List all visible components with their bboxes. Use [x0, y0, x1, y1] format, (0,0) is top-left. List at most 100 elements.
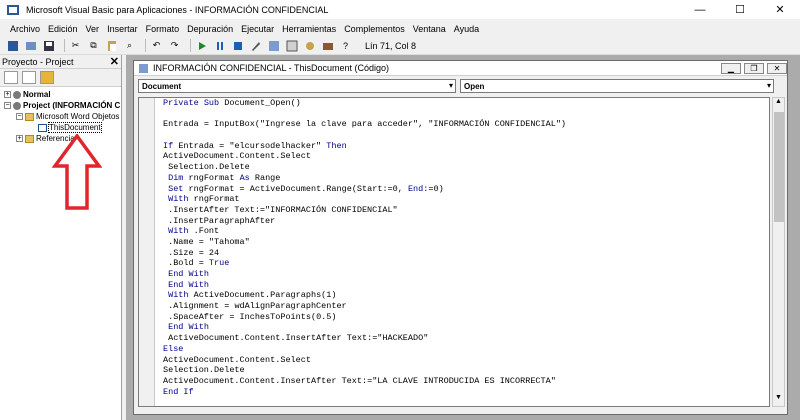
redo-icon[interactable]: ↷ — [168, 39, 181, 52]
object-combo-value: Document — [142, 81, 182, 91]
menu-archivo[interactable]: Archivo — [6, 24, 44, 34]
code-line: Set rngFormat = ActiveDocument.Range(Sta… — [168, 183, 444, 194]
code-line: Else — [163, 343, 184, 354]
menu-formato[interactable]: Formato — [142, 24, 184, 34]
document-icon — [38, 123, 47, 132]
expand-icon[interactable]: + — [16, 135, 23, 142]
vertical-scrollbar[interactable]: ▲ ▼ — [772, 97, 785, 407]
menu-ejecutar[interactable]: Ejecutar — [237, 24, 278, 34]
scroll-up-icon[interactable]: ▲ — [773, 98, 784, 110]
break-icon[interactable] — [213, 39, 226, 52]
properties-icon[interactable] — [285, 39, 298, 52]
standard-toolbar: ✂ ⧉ ⌕ ↶ ↷ ? Lín 71, Col 8 — [0, 37, 800, 55]
menu-depuracion[interactable]: Depuración — [183, 24, 237, 34]
toolbar-separator — [145, 39, 146, 52]
save-icon[interactable] — [42, 39, 55, 52]
chevron-down-icon[interactable]: ▾ — [767, 81, 771, 90]
menu-complementos[interactable]: Complementos — [340, 24, 409, 34]
menu-bar: Archivo Edición Ver Insertar Formato Dep… — [0, 20, 800, 37]
code-line: ActiveDocument.Content.InsertAfter Text:… — [168, 333, 429, 344]
code-line: ActiveDocument.Content.InsertAfter Text:… — [163, 375, 556, 386]
code-text[interactable]: Private Sub Document_Open() Entrada = In… — [163, 98, 566, 397]
collapse-icon[interactable]: − — [16, 113, 23, 120]
close-button[interactable]: ✕ — [760, 0, 800, 20]
code-line: Entrada = InputBox("Ingrese la clave par… — [163, 119, 567, 130]
project-explorer: Proyecto - Project ✕ + Normal − Project … — [0, 55, 122, 420]
menu-ver[interactable]: Ver — [82, 24, 104, 34]
design-mode-icon[interactable] — [249, 39, 262, 52]
vba-app-icon — [7, 4, 19, 15]
run-icon[interactable] — [195, 39, 208, 52]
tree-label: Microsoft Word Objetos — [36, 112, 120, 121]
procedure-combo-value: Open — [464, 81, 485, 91]
code-minimize-button[interactable]: ▁ — [721, 62, 741, 74]
code-line: End With — [168, 269, 209, 279]
code-line: End With — [168, 322, 209, 333]
menu-edicion[interactable]: Edición — [44, 24, 82, 34]
menu-ayuda[interactable]: Ayuda — [450, 24, 483, 34]
project-explorer-toolbar — [0, 69, 121, 87]
scroll-thumb[interactable] — [774, 112, 784, 222]
toolbar-separator — [190, 39, 191, 52]
code-line: .InsertAfter Text:="INFORMACIÓN CONFIDEN… — [163, 204, 398, 215]
tree-node-normal[interactable]: + Normal — [0, 89, 121, 100]
collapse-icon[interactable]: − — [4, 102, 11, 109]
expand-icon[interactable]: + — [4, 91, 11, 98]
cut-icon[interactable]: ✂ — [69, 39, 82, 52]
toggle-folders-icon[interactable] — [40, 71, 54, 84]
code-line: .Name = "Tahoma" — [163, 236, 250, 247]
object-combo[interactable]: Document ▾ — [138, 79, 456, 93]
menu-insertar[interactable]: Insertar — [103, 24, 142, 34]
scroll-down-icon[interactable]: ▼ — [773, 394, 784, 406]
view-word-icon[interactable] — [6, 39, 19, 52]
toolbar-separator — [64, 39, 65, 52]
find-icon[interactable]: ⌕ — [123, 39, 136, 52]
code-line: ActiveDocument.Content.Select — [163, 151, 311, 162]
window-title: Microsoft Visual Basic para Aplicaciones… — [26, 4, 329, 15]
project-icon — [13, 101, 21, 110]
tree-node-word-objects[interactable]: − Microsoft Word Objetos — [0, 111, 121, 122]
tree-node-thisdocument[interactable]: ThisDocument — [0, 122, 121, 133]
code-line: With .Font — [168, 226, 220, 237]
toolbox-icon[interactable] — [321, 39, 334, 52]
tree-label: Normal — [23, 90, 51, 99]
code-restore-button[interactable]: ❐ — [744, 62, 764, 74]
code-line: With rngFormat — [168, 194, 240, 205]
help-icon[interactable]: ? — [339, 39, 352, 52]
view-object-icon[interactable] — [22, 71, 36, 84]
code-close-button[interactable]: ✕ — [767, 62, 787, 74]
code-line: Selection.Delete — [163, 365, 245, 376]
copy-icon[interactable]: ⧉ — [87, 39, 100, 52]
code-line: Dim rngFormat As Range — [168, 172, 281, 183]
reset-icon[interactable] — [231, 39, 244, 52]
minimize-button[interactable]: — — [680, 0, 720, 20]
close-pane-icon[interactable]: ✕ — [110, 55, 119, 68]
code-line: .Alignment = wdAlignParagraphCenter — [163, 301, 347, 312]
folder-icon — [25, 134, 34, 143]
view-code-icon[interactable] — [4, 71, 18, 84]
code-line: End With — [168, 279, 209, 290]
procedure-combo[interactable]: Open ▾ — [460, 79, 774, 93]
tree-node-project[interactable]: − Project (INFORMACIÓN C — [0, 100, 121, 111]
code-line: .Bold = True — [163, 258, 230, 269]
insert-module-icon[interactable] — [24, 39, 37, 52]
project-explorer-icon[interactable] — [267, 39, 280, 52]
code-line: With ActiveDocument.Paragraphs(1) — [168, 290, 337, 301]
code-editor[interactable]: Private Sub Document_Open() Entrada = In… — [138, 97, 770, 407]
undo-icon[interactable]: ↶ — [150, 39, 163, 52]
menu-herramientas[interactable]: Herramientas — [278, 24, 340, 34]
project-icon — [13, 90, 21, 99]
cursor-position: Lín 71, Col 8 — [365, 40, 417, 51]
menu-ventana[interactable]: Ventana — [409, 24, 450, 34]
code-line: ActiveDocument.Content.Select — [163, 354, 311, 365]
project-explorer-header: Proyecto - Project ✕ — [0, 55, 121, 69]
object-browser-icon[interactable] — [303, 39, 316, 52]
maximize-button[interactable]: ☐ — [720, 0, 760, 20]
chevron-down-icon[interactable]: ▾ — [449, 81, 453, 90]
paste-icon[interactable] — [105, 39, 118, 52]
project-explorer-title: Proyecto - Project — [2, 56, 74, 67]
code-combos: Document ▾ Open ▾ — [134, 76, 787, 96]
code-line: End If — [163, 386, 194, 397]
code-gutter — [139, 98, 155, 406]
